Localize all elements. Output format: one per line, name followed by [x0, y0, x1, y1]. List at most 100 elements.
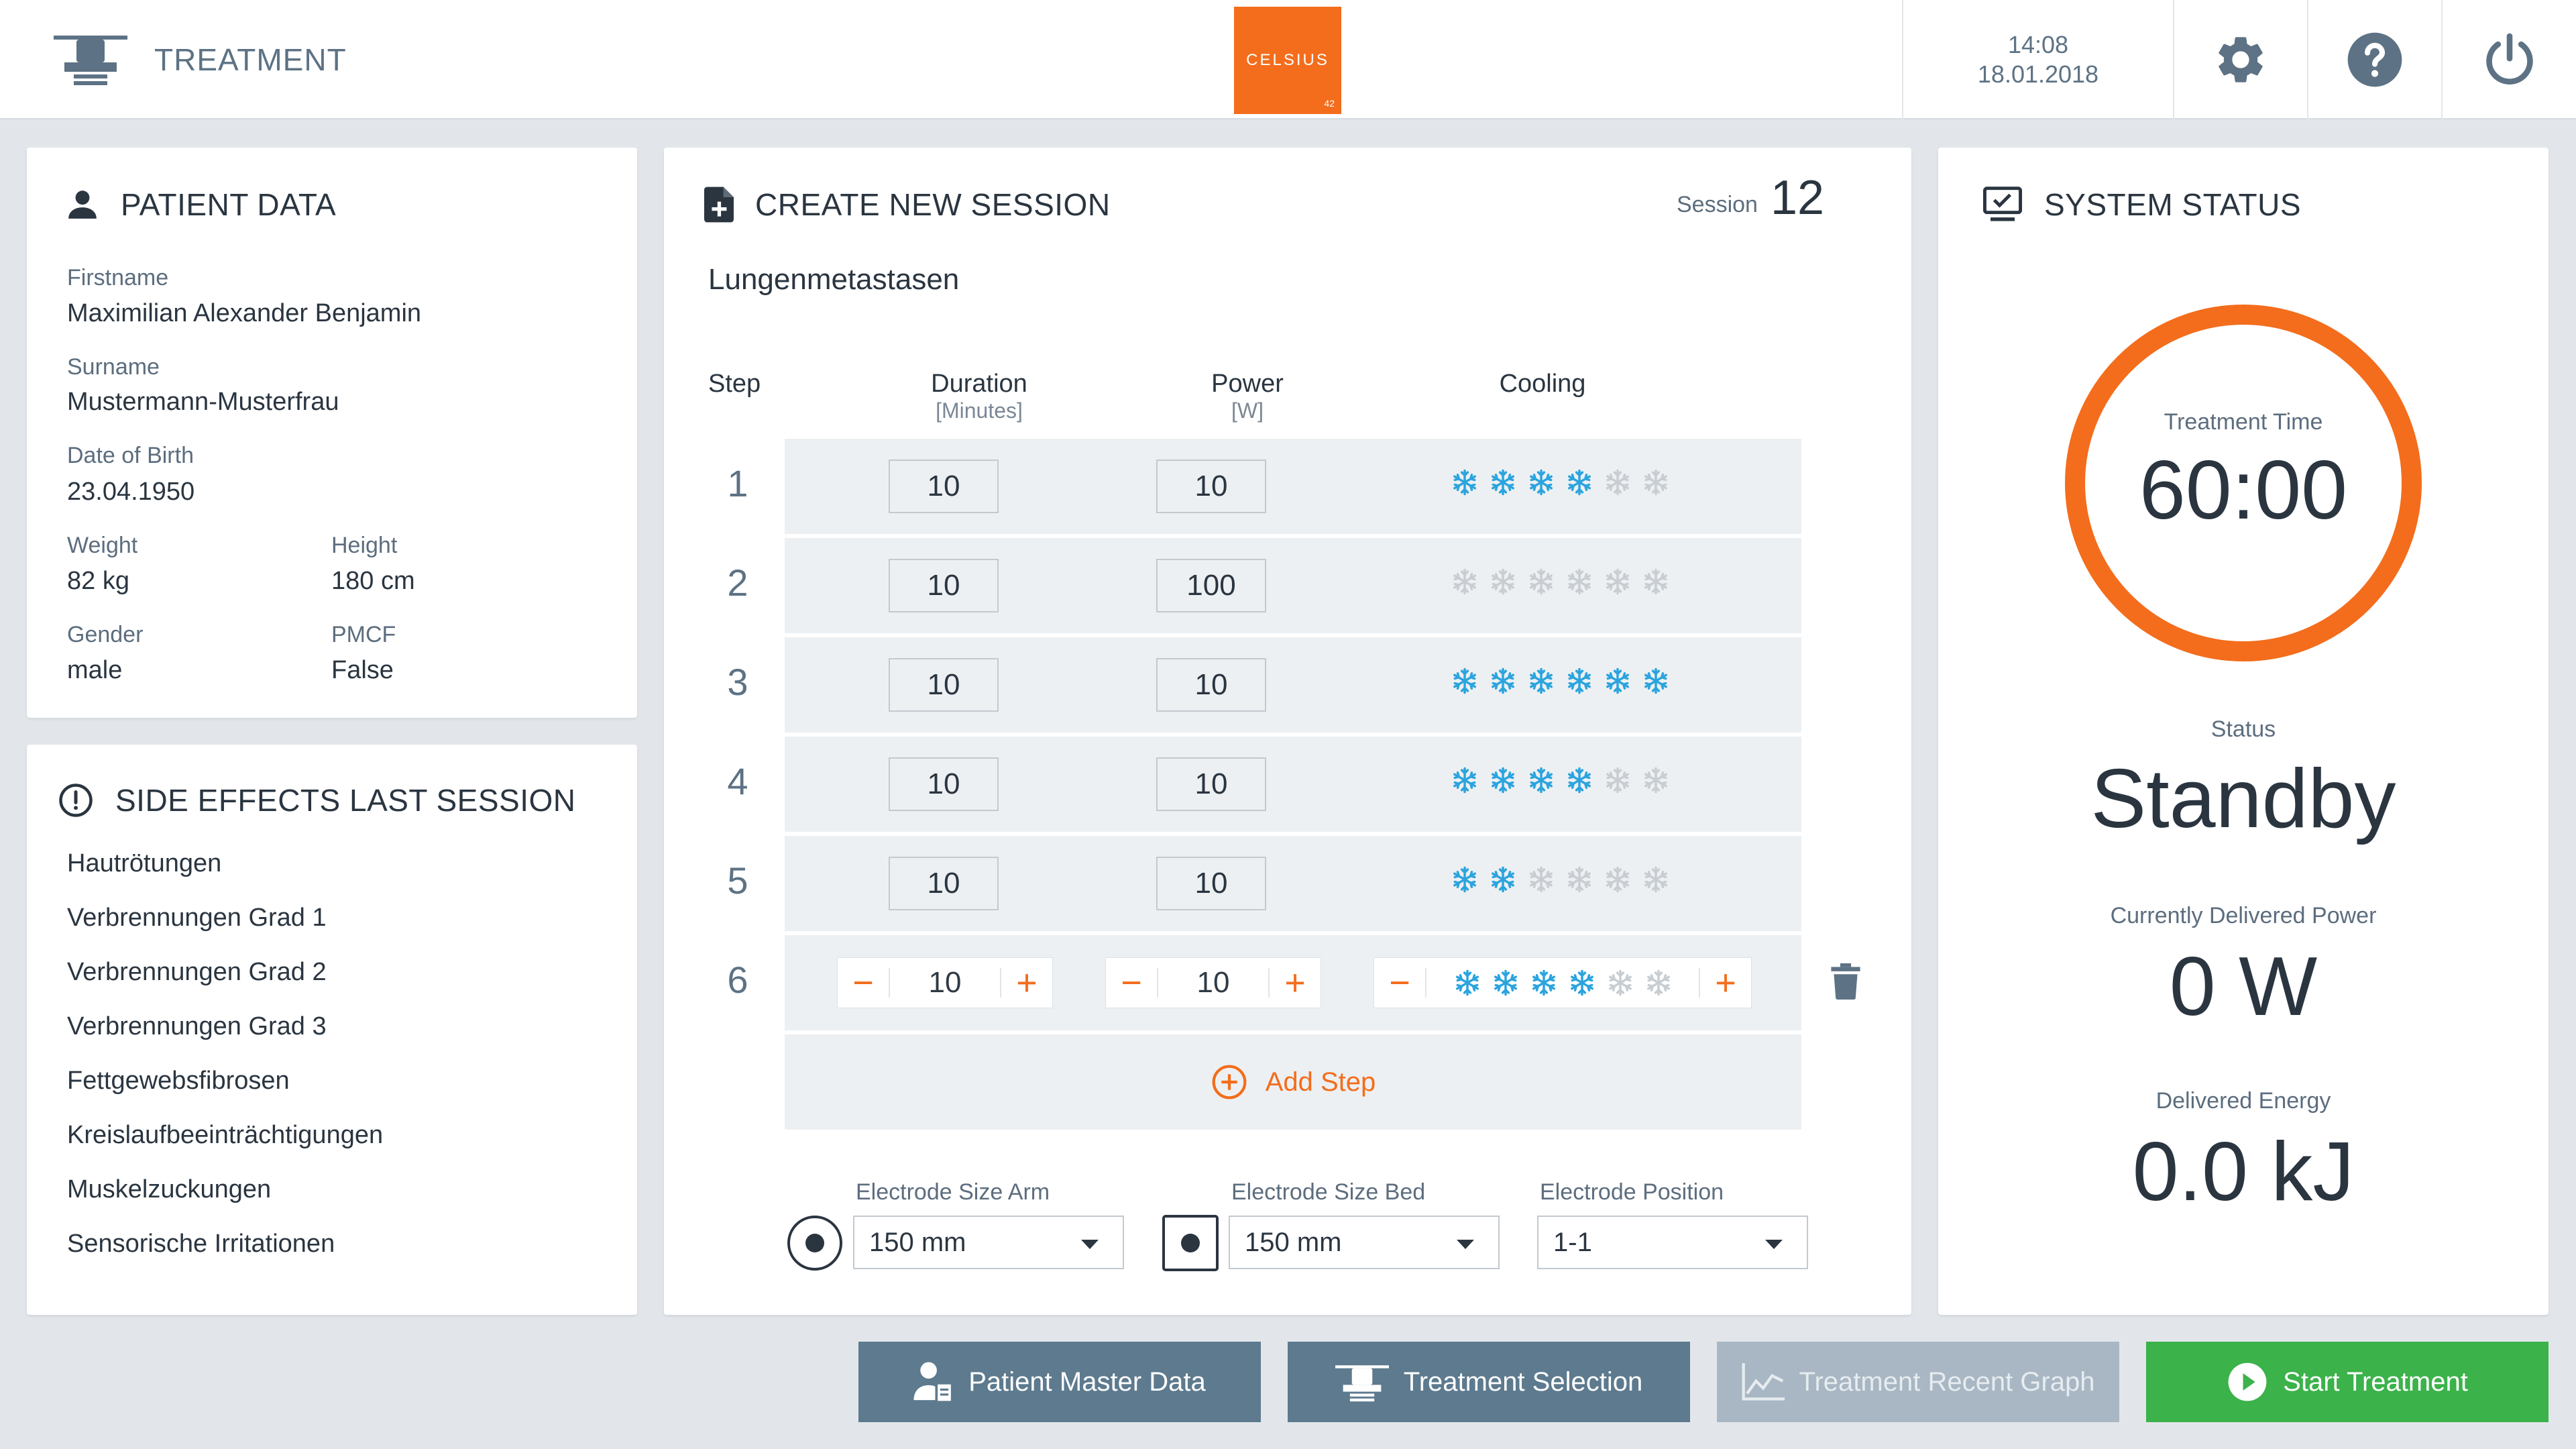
- snowflake-on-icon: [1483, 766, 1522, 794]
- side-effect-item: Sensorische Irritationen: [67, 1230, 335, 1258]
- power-increase-button[interactable]: +: [1270, 957, 1321, 1008]
- snowflake-on-icon: [1560, 766, 1598, 794]
- side-effect-item: Verbrennungen Grad 1: [67, 904, 327, 932]
- snowflake-off-icon: [1601, 969, 1639, 997]
- surname-value: Mustermann-Musterfrau: [67, 388, 339, 416]
- snowflake-on-icon: [1560, 667, 1598, 695]
- monitor-check-icon: [1982, 186, 2023, 221]
- side-effect-item: Verbrennungen Grad 3: [67, 1012, 327, 1040]
- electrode-position-select[interactable]: 1-1: [1537, 1216, 1808, 1269]
- side-effect-item: Hautrötungen: [67, 849, 222, 877]
- gender-label: Gender: [67, 622, 144, 647]
- treatment-icon: [54, 32, 127, 89]
- side-effect-item: Verbrennungen Grad 2: [67, 958, 327, 986]
- snowflake-off-icon: [1445, 568, 1483, 596]
- height-value: 180 cm: [331, 567, 415, 595]
- weight-label: Weight: [67, 533, 138, 558]
- cooling-level[interactable]: [1445, 766, 1675, 794]
- dropdown-caret-icon: [1457, 1240, 1474, 1249]
- power-value[interactable]: 10: [1156, 857, 1266, 910]
- cooling-level: [1448, 969, 1677, 997]
- cooling-level[interactable]: [1445, 865, 1675, 894]
- clock-date: 18.01.2018: [1977, 60, 2099, 88]
- app-header: TREATMENT CELSIUS 42 14:08 18.01.2018: [0, 0, 2576, 119]
- cooling-increase-button[interactable]: +: [1700, 957, 1751, 1008]
- electrode-bed-checkbox[interactable]: [1162, 1214, 1219, 1275]
- add-step-button[interactable]: Add Step: [785, 1034, 1801, 1130]
- patient-data-title: PATIENT DATA: [121, 187, 337, 222]
- step-row: 5 10 10: [727, 836, 1801, 931]
- electrode-arm-label: Electrode Size Arm: [856, 1179, 1050, 1205]
- patient-master-data-button[interactable]: Patient Master Data: [858, 1342, 1261, 1422]
- step-number: 3: [727, 661, 748, 703]
- logo-sub: 42: [1324, 98, 1335, 109]
- logo-text: CELSIUS: [1246, 51, 1329, 69]
- treatment-selection-button[interactable]: Treatment Selection: [1288, 1342, 1690, 1422]
- duration-stepper: − 10 +: [837, 957, 1053, 1008]
- duration-input[interactable]: 10: [889, 968, 1001, 998]
- cooling-level[interactable]: [1445, 667, 1675, 695]
- cooling-decrease-button[interactable]: −: [1374, 957, 1425, 1008]
- treatment-time-value: 60:00: [2139, 444, 2348, 537]
- delivered-power-label: Currently Delivered Power: [2110, 903, 2377, 928]
- duration-header: Duration [Minutes]: [931, 370, 1027, 423]
- electrode-arm-select[interactable]: 150 mm: [853, 1216, 1124, 1269]
- step-row: 2 10 100: [727, 538, 1801, 633]
- snowflake-off-icon: [1639, 969, 1677, 997]
- cooling-input[interactable]: [1425, 968, 1700, 998]
- power-decrease-button[interactable]: −: [1106, 957, 1157, 1008]
- create-session-title: CREATE NEW SESSION: [755, 187, 1111, 222]
- session-name: Lungenmetastasen: [708, 263, 960, 296]
- patient-data-card: PATIENT DATA Firstname Maximilian Alexan…: [27, 148, 637, 718]
- dropdown-caret-icon: [1765, 1240, 1783, 1249]
- snowflake-on-icon: [1445, 667, 1483, 695]
- cooling-level[interactable]: [1445, 468, 1675, 496]
- start-treatment-label: Start Treatment: [2283, 1366, 2468, 1397]
- start-treatment-button[interactable]: Start Treatment: [2146, 1342, 2549, 1422]
- weight-value: 82 kg: [67, 567, 129, 595]
- duration-value[interactable]: 10: [889, 757, 999, 811]
- duration-value[interactable]: 10: [889, 559, 999, 612]
- duration-value[interactable]: 10: [889, 658, 999, 712]
- side-effects-title-row: SIDE EFFECTS LAST SESSION: [58, 782, 576, 818]
- side-effects-card: SIDE EFFECTS LAST SESSION Hautrötungen V…: [27, 745, 637, 1315]
- delete-step-button[interactable]: [1831, 963, 1860, 1003]
- settings-button[interactable]: [2173, 0, 2307, 119]
- trash-icon: [1831, 963, 1860, 1000]
- power-value[interactable]: 100: [1156, 559, 1266, 612]
- power-value[interactable]: 10: [1156, 757, 1266, 811]
- treatment-recent-graph-button[interactable]: Treatment Recent Graph: [1717, 1342, 2119, 1422]
- power-value[interactable]: 10: [1156, 460, 1266, 513]
- gender-value: male: [67, 656, 123, 684]
- duration-value[interactable]: 10: [889, 460, 999, 513]
- clock: 14:08 18.01.2018: [1902, 0, 2173, 119]
- delivered-power-value: 0 W: [2169, 941, 2318, 1033]
- new-file-icon: [704, 186, 734, 223]
- power-value[interactable]: 10: [1156, 658, 1266, 712]
- system-status-title-row: SYSTEM STATUS: [1982, 186, 2301, 223]
- help-button[interactable]: [2307, 0, 2441, 119]
- duration-increase-button[interactable]: +: [1001, 957, 1052, 1008]
- delivered-energy-label: Delivered Energy: [2155, 1088, 2331, 1114]
- play-circle-icon: [2228, 1362, 2267, 1401]
- add-step-label: Add Step: [1265, 1067, 1376, 1097]
- snowflake-on-icon: [1563, 969, 1601, 997]
- snowflake-on-icon: [1445, 766, 1483, 794]
- electrode-bed-select[interactable]: 150 mm: [1229, 1216, 1500, 1269]
- create-session-card: CREATE NEW SESSION Session 12 Lungenmeta…: [664, 148, 1911, 1315]
- power-button[interactable]: [2441, 0, 2576, 119]
- status-label: Status: [2210, 716, 2276, 742]
- snowflake-on-icon: [1483, 667, 1522, 695]
- line-graph-icon: [1742, 1363, 1785, 1401]
- electrode-bed-label: Electrode Size Bed: [1231, 1179, 1426, 1205]
- electrode-arm-radio[interactable]: [786, 1214, 844, 1275]
- step-row-editing: 6 − 10 + − 10 + − +: [727, 935, 1860, 1030]
- step-row: 4 10 10: [727, 737, 1801, 832]
- duration-decrease-button[interactable]: −: [838, 957, 889, 1008]
- duration-value[interactable]: 10: [889, 857, 999, 910]
- cooling-level[interactable]: [1445, 568, 1675, 596]
- pmcf-value: False: [331, 656, 394, 684]
- page-title: TREATMENT: [154, 42, 347, 77]
- electrode-arm-value: 150 mm: [869, 1227, 966, 1257]
- power-input[interactable]: 10: [1157, 968, 1270, 998]
